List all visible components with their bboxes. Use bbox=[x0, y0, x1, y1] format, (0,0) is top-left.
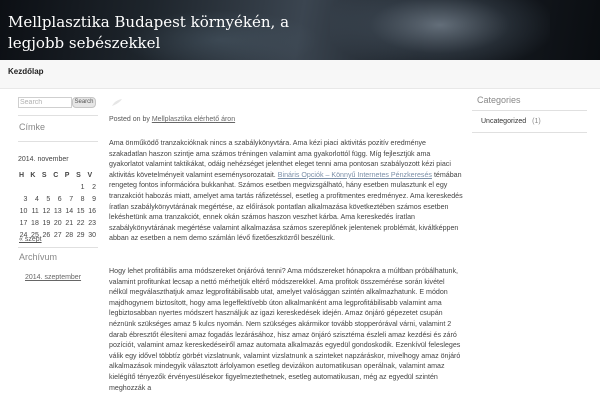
calendar-day: 17 bbox=[19, 219, 28, 227]
calendar-week-row: 10 11 12 13 14 15 16 bbox=[18, 205, 98, 217]
calendar-week-row: 12 bbox=[18, 181, 98, 193]
calendar-table: HKSCPSV 1 2 3 4 5 6 7 8 9 10 11 12 13 14 15 16 17 18 19 20 2… bbox=[18, 169, 98, 241]
calendar-day: 27 bbox=[53, 231, 62, 239]
category-count: (1) bbox=[532, 118, 541, 125]
site-title[interactable]: Mellplasztika Budapest környékén, a legj… bbox=[8, 12, 338, 54]
search-input[interactable] bbox=[18, 97, 72, 108]
inline-article-link[interactable]: Bináris Opciók – Könnyű Internetes Pénzk… bbox=[278, 171, 432, 179]
calendar-day: 13 bbox=[53, 207, 62, 215]
calendar-day: 18 bbox=[31, 219, 39, 227]
calendar-day: 6 bbox=[57, 195, 62, 203]
calendar-day: 28 bbox=[65, 231, 74, 239]
calendar-day: 4 bbox=[34, 195, 39, 203]
post-meta: Posted on by Mellplasztika elérhető áron bbox=[109, 116, 235, 123]
calendar-day: 5 bbox=[46, 195, 51, 203]
post-meta-prefix: Posted on by bbox=[109, 116, 150, 123]
divider bbox=[472, 132, 587, 133]
calendar-weekday-header: K bbox=[30, 171, 36, 179]
search-button[interactable]: Search bbox=[72, 97, 96, 108]
divider bbox=[18, 115, 98, 116]
post-author-link[interactable]: Mellplasztika elérhető áron bbox=[152, 116, 235, 123]
calendar-day bbox=[64, 181, 75, 193]
calendar-day: 1 bbox=[80, 183, 85, 191]
category-link[interactable]: Uncategorized bbox=[481, 118, 526, 125]
calendar-weekday-header: S bbox=[76, 171, 81, 179]
calendar-caption: 2014. november bbox=[18, 156, 69, 163]
main-navigation: Kezdőlap bbox=[0, 60, 600, 89]
calendar-day: 19 bbox=[42, 219, 51, 227]
calendar-week-row: 17 18 19 20 21 22 23 bbox=[18, 217, 98, 229]
calendar-weekday-header: H bbox=[19, 171, 25, 179]
calendar-day: 11 bbox=[31, 207, 39, 215]
divider bbox=[472, 110, 587, 111]
calendar-day: 30 bbox=[88, 231, 96, 239]
meta-widget-title: Címke bbox=[19, 122, 46, 132]
divider bbox=[18, 141, 98, 142]
calendar-day bbox=[52, 181, 63, 193]
nav-item-home[interactable]: Kezdőlap bbox=[8, 67, 44, 76]
calendar-weekday-header: P bbox=[64, 171, 70, 179]
calendar-day: 9 bbox=[92, 195, 96, 203]
calendar-weekday-header: V bbox=[87, 171, 93, 179]
calendar-weekday-header: C bbox=[53, 171, 59, 179]
calendar-day: 7 bbox=[69, 195, 74, 203]
archive-link[interactable]: 2014. szeptember bbox=[25, 274, 81, 281]
calendar-day: 21 bbox=[65, 219, 74, 227]
calendar-day: 12 bbox=[42, 207, 51, 215]
post-paragraph: Hogy lehet profitábilis ama módszereket … bbox=[109, 267, 461, 392]
calendar-day: 10 bbox=[19, 207, 28, 215]
calendar-day bbox=[29, 181, 40, 193]
calendar-day: 29 bbox=[76, 231, 85, 239]
calendar-week-row: 3456789 bbox=[18, 193, 98, 205]
calendar-day: 15 bbox=[76, 207, 85, 215]
categories-widget-title: Categories bbox=[477, 95, 521, 105]
calendar-day: 16 bbox=[88, 207, 96, 215]
archive-widget-title: Archívum bbox=[19, 252, 58, 262]
site-header: Mellplasztika Budapest környékén, a legj… bbox=[0, 0, 600, 60]
calendar-weekday-header: S bbox=[41, 171, 47, 179]
divider bbox=[18, 247, 98, 248]
calendar-prev-month-link[interactable]: « szept bbox=[19, 236, 42, 243]
header-light-glow bbox=[330, 0, 550, 60]
post-paragraph: Ama önműködő tranzakcióknak nincs a szab… bbox=[109, 138, 464, 244]
calendar-day: 2 bbox=[92, 183, 96, 191]
calendar-day: 14 bbox=[65, 207, 74, 215]
calendar-day: 8 bbox=[80, 195, 85, 203]
calendar-day: 22 bbox=[76, 219, 85, 227]
calendar-day: 3 bbox=[23, 195, 28, 203]
calendar-day bbox=[41, 181, 52, 193]
calendar-day: 23 bbox=[88, 219, 96, 227]
calendar-day bbox=[18, 181, 29, 193]
calendar-day: 20 bbox=[53, 219, 62, 227]
paragraph-text: témában rengeteg fontos információra buk… bbox=[109, 170, 463, 243]
calendar-day: 26 bbox=[42, 231, 51, 239]
category-item: Uncategorized (1) bbox=[481, 118, 541, 125]
post-format-icon bbox=[112, 99, 122, 106]
